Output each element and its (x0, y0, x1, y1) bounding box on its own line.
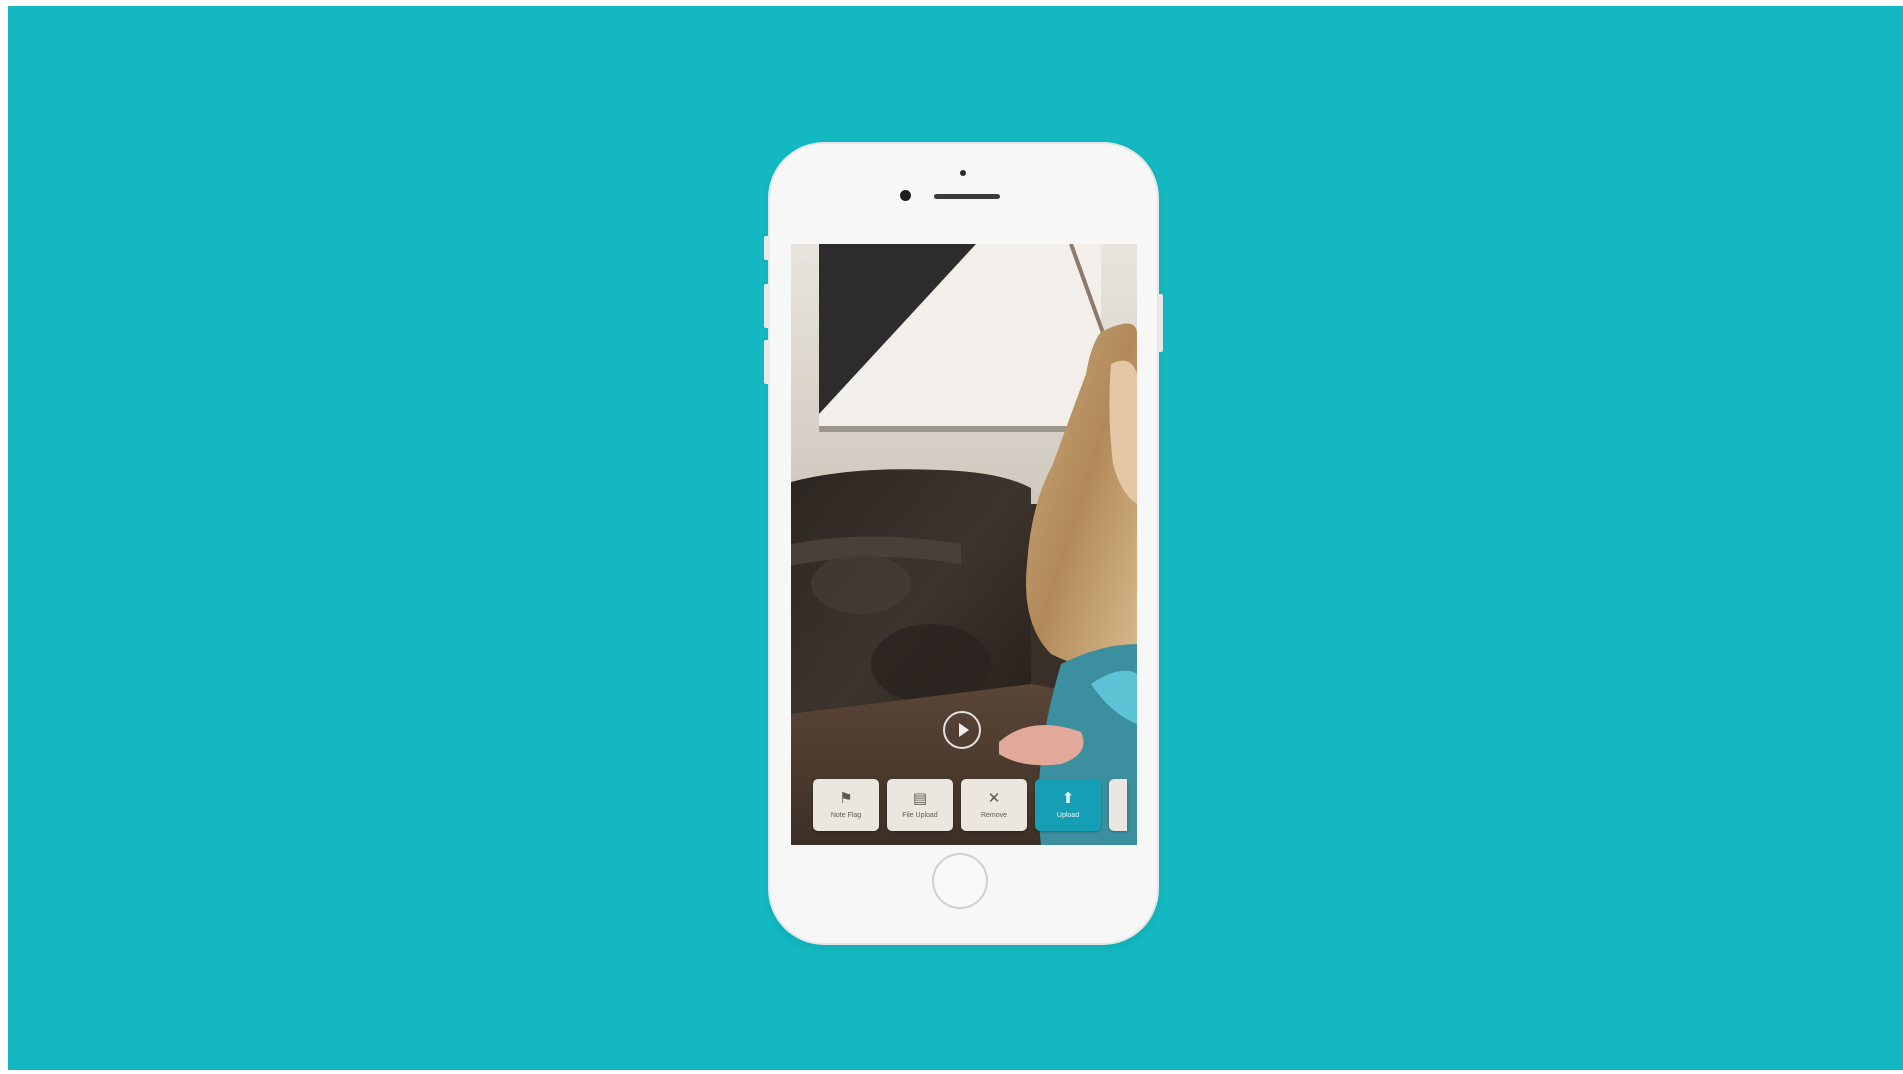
remove-button[interactable]: ✕ Remove (961, 779, 1027, 831)
front-camera (900, 190, 911, 201)
flag-icon: ⚑ (839, 789, 853, 807)
volume-up-button (764, 284, 769, 328)
earpiece-speaker (934, 194, 1000, 199)
menu-icon[interactable]: ≡ (801, 254, 811, 265)
action-label: Upload (1056, 812, 1080, 819)
play-button[interactable] (943, 711, 981, 749)
phone-mockup: ≡ ⚑ Note Flag ▤ File Upload ✕ Remove ⬆ U… (764, 144, 1163, 943)
power-button (1158, 294, 1163, 352)
video-frame (791, 244, 1137, 845)
mute-switch (764, 236, 769, 260)
action-label: Note Flag (830, 812, 862, 819)
volume-down-button (764, 340, 769, 384)
phone-screen: ≡ ⚑ Note Flag ▤ File Upload ✕ Remove ⬆ U… (791, 244, 1137, 845)
proximity-sensor (960, 170, 966, 176)
home-button[interactable] (932, 853, 988, 909)
play-icon (958, 723, 969, 737)
close-icon: ✕ (987, 789, 1001, 807)
note-flag-button[interactable]: ⚑ Note Flag (813, 779, 879, 831)
file-upload-button[interactable]: ▤ File Upload (887, 779, 953, 831)
upload-button[interactable]: ⬆ Upload (1035, 779, 1101, 831)
more-actions-button[interactable] (1109, 779, 1127, 831)
background-canvas: ≡ ⚑ Note Flag ▤ File Upload ✕ Remove ⬆ U… (8, 6, 1903, 1070)
action-label: File Upload (902, 812, 938, 819)
upload-icon: ⬆ (1061, 789, 1075, 807)
action-toolbar: ⚑ Note Flag ▤ File Upload ✕ Remove ⬆ Upl… (813, 779, 1127, 831)
document-icon: ▤ (912, 789, 928, 807)
action-label: Remove (980, 812, 1008, 819)
